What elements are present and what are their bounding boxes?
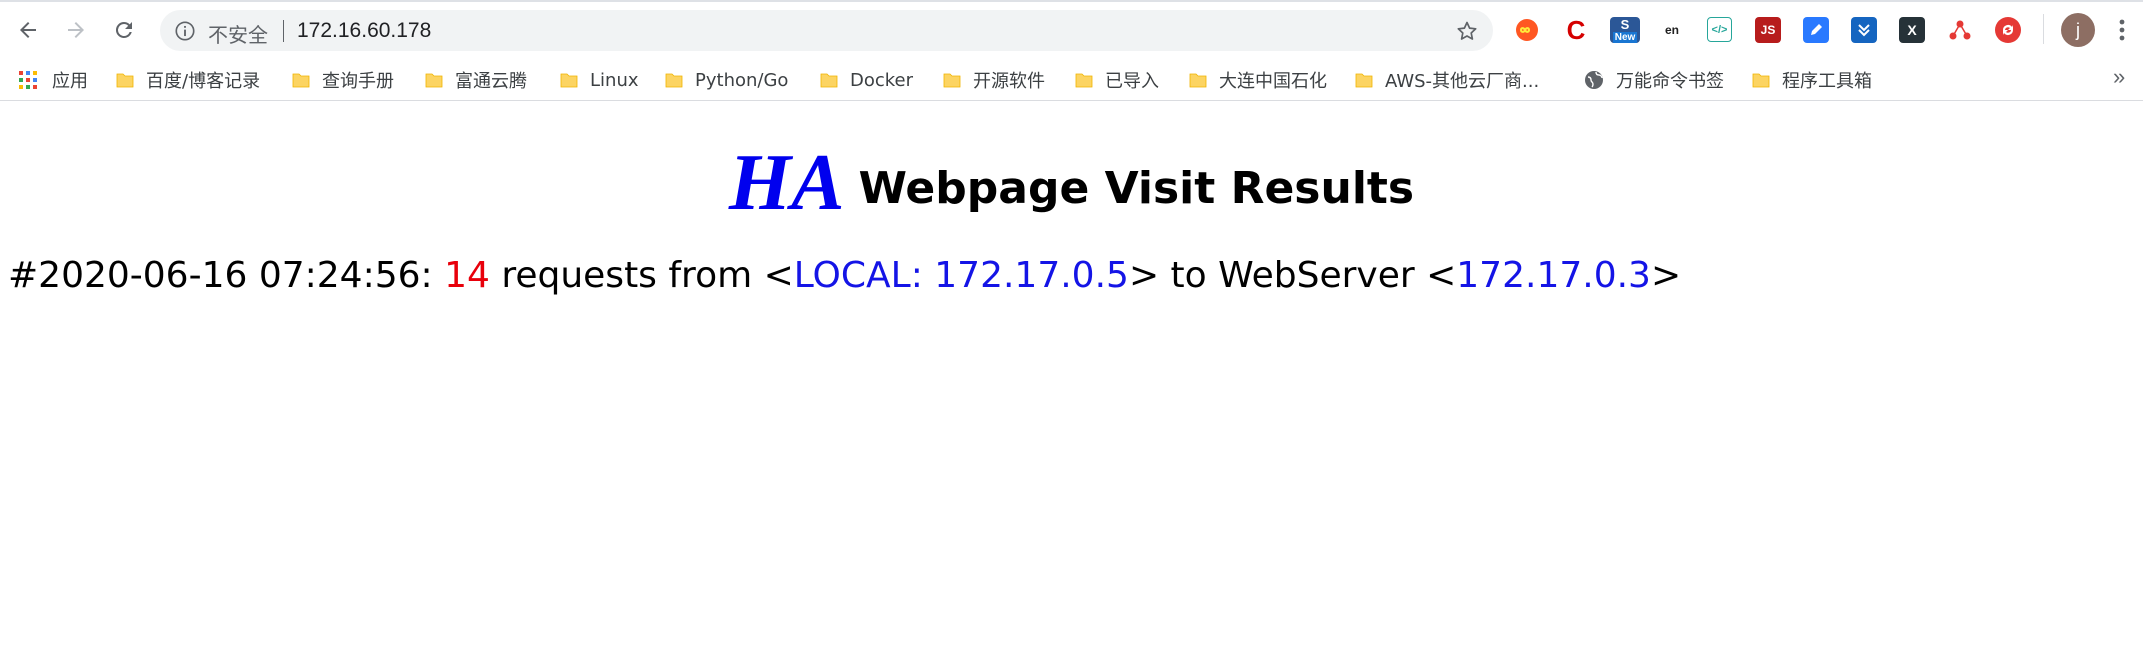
bookmark-folder[interactable]: AWS-其他云厂商... [1355, 67, 1539, 93]
globe-icon [1585, 71, 1603, 89]
blue-extension-icon[interactable] [1803, 17, 1829, 43]
bookmark-star-icon[interactable] [1455, 19, 1479, 43]
bookmark-folder[interactable]: 开源软件 [943, 67, 1045, 93]
bookmark-label: 万能命令书签 [1616, 71, 1724, 92]
bookmark-folder[interactable]: Python/Go [665, 67, 788, 93]
visit-text-from: requests from < [489, 255, 794, 296]
more-menu-icon[interactable] [2110, 14, 2134, 46]
folder-icon [820, 73, 838, 88]
info-icon[interactable] [174, 20, 196, 42]
infinity-extension-icon[interactable] [1514, 17, 1540, 43]
x-extension-icon[interactable]: X [1899, 17, 1925, 43]
translate-extension-icon[interactable]: en [1659, 17, 1685, 43]
bookmark-folder[interactable]: 已导入 [1075, 67, 1159, 93]
bookmark-label: 应用 [52, 71, 88, 92]
page-title-text: Webpage Visit Results [858, 163, 1415, 214]
infinity-glyph [1516, 19, 1538, 41]
bookmarks-overflow-button[interactable]: » [2113, 64, 2125, 90]
bookmark-folder[interactable]: 大连中国石化 [1189, 67, 1327, 93]
bookmark-folder[interactable]: 富通云腾 [425, 67, 527, 93]
address-bar[interactable]: 不安全 172.16.60.178 [160, 10, 1493, 51]
reload-icon [115, 21, 132, 38]
bookmark-label: AWS-其他云厂商... [1385, 71, 1540, 92]
bookmark-folder[interactable]: 程序工具箱 [1752, 67, 1872, 93]
profile-avatar[interactable]: j [2061, 13, 2095, 47]
address-separator [283, 20, 284, 42]
bookmark-folder[interactable]: Docker [820, 67, 913, 93]
folder-icon [1355, 73, 1373, 88]
forward-arrow-icon [68, 22, 84, 38]
bookmark-label: 大连中国石化 [1219, 71, 1327, 92]
folder-icon [560, 73, 578, 88]
code-extension-icon[interactable]: </> [1707, 17, 1732, 42]
ha-logo-text: HA [728, 139, 845, 227]
url-text[interactable]: 172.16.60.178 [297, 19, 431, 43]
folder-icon [292, 73, 310, 88]
c-extension-icon[interactable]: C [1563, 15, 1589, 45]
folder-icon [943, 73, 961, 88]
security-label[interactable]: 不安全 [208, 19, 268, 48]
folder-icon [425, 73, 443, 88]
request-count: 14 [444, 255, 490, 296]
bookmark-folder[interactable]: 百度/博客记录 [116, 67, 260, 93]
bookmark-label: 富通云腾 [455, 71, 527, 92]
sync-extension-icon[interactable] [1995, 17, 2021, 43]
network-glyph [1949, 20, 1971, 40]
network-extension-icon[interactable] [1947, 17, 1973, 43]
bookmark-label: 开源软件 [973, 71, 1045, 92]
visit-text-suffix: > [1650, 255, 1682, 296]
folder-icon [665, 73, 683, 88]
back-button[interactable] [10, 12, 46, 48]
bookmark-label: Docker [850, 69, 914, 91]
source-address: LOCAL: 172.17.0.5 [793, 255, 1129, 296]
bookmark-label: Python/Go [695, 69, 789, 91]
extensions-separator [2043, 14, 2044, 44]
bookmark-link[interactable]: 万能命令书签 [1584, 67, 1724, 93]
bookmark-label: 程序工具箱 [1782, 71, 1872, 92]
folder-icon [1189, 73, 1207, 88]
new-badge-label: New [1612, 32, 1638, 43]
bookmark-label: 百度/博客记录 [146, 71, 261, 92]
bookmark-folder[interactable]: 查询手册 [292, 67, 394, 93]
bookmark-label: 已导入 [1105, 71, 1159, 92]
js-extension-icon[interactable]: JS [1755, 17, 1781, 43]
apps-grid-icon [19, 71, 37, 89]
download-glyph [1858, 24, 1870, 37]
page-title: HA Webpage Visit Results [0, 138, 2143, 229]
folder-icon [1752, 73, 1770, 88]
toolbar-top-border [0, 0, 2143, 2]
bookmarks-bar: 应用 百度/博客记录 查询手册 富通云腾 Linux Python/Go Doc… [0, 60, 2143, 101]
folder-icon [116, 73, 134, 88]
browser-toolbar: 不安全 172.16.60.178 C S New en </> JS X j [0, 0, 2143, 60]
bookmark-label: 查询手册 [322, 71, 394, 92]
reload-button[interactable] [106, 12, 142, 48]
download-extension-icon[interactable] [1851, 17, 1877, 43]
new-extension-icon[interactable]: S New [1610, 17, 1640, 43]
visit-result-line: #2020-06-16 07:24:56: 14 requests from <… [8, 255, 1681, 296]
new-badge-letter: S [1620, 17, 1630, 32]
bookmark-folder[interactable]: Linux [560, 67, 639, 93]
forward-button[interactable] [58, 12, 94, 48]
folder-icon [1075, 73, 1093, 88]
visit-text-to: > to WebServer < [1128, 255, 1457, 296]
pencil-glyph [1811, 24, 1822, 35]
sync-glyph [2003, 25, 2013, 35]
bookmark-label: Linux [590, 69, 639, 91]
back-arrow-icon [20, 22, 36, 38]
visit-timestamp: #2020-06-16 07:24:56: [8, 255, 445, 296]
bookmark-apps[interactable]: 应用 [18, 67, 88, 93]
webserver-address: 172.17.0.3 [1456, 255, 1651, 296]
